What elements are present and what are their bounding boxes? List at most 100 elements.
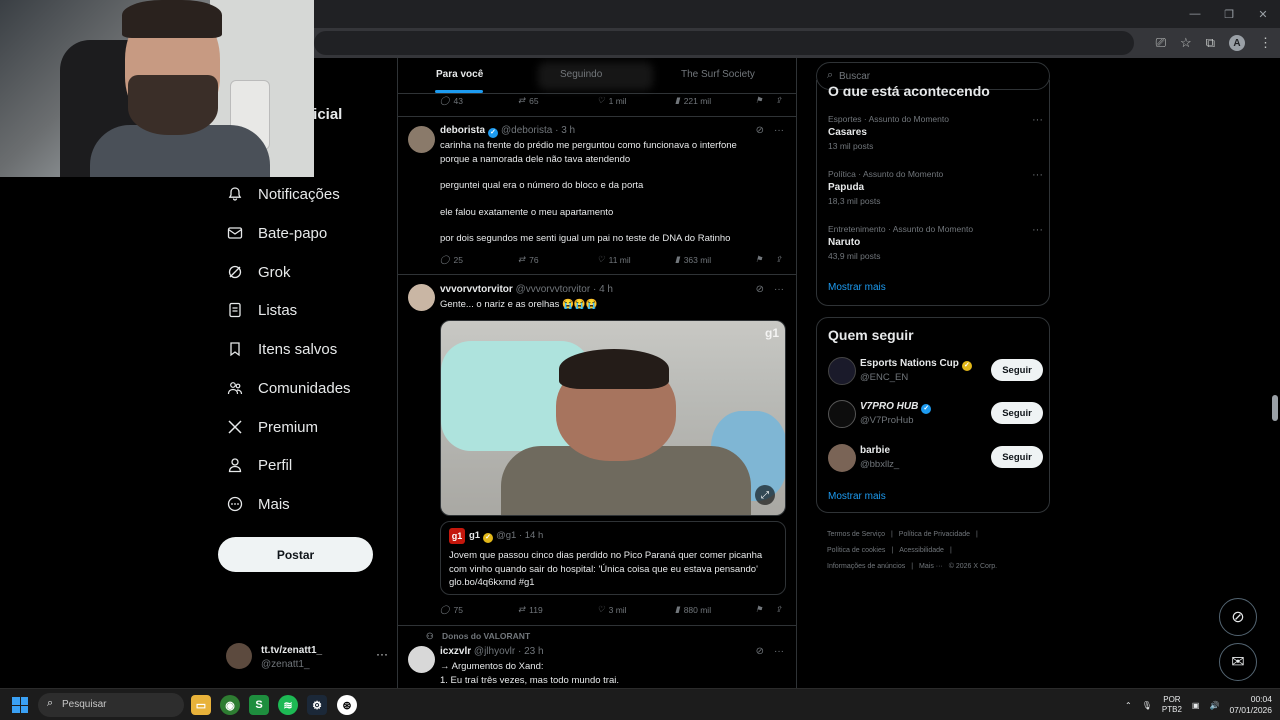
- footer-link[interactable]: Política de Privacidade: [899, 531, 970, 538]
- tab-for-you[interactable]: Para você: [436, 69, 483, 80]
- more-icon[interactable]: ···: [376, 647, 388, 661]
- follow-button[interactable]: Seguir: [991, 402, 1043, 424]
- nav-grok[interactable]: Grok: [226, 258, 291, 286]
- share-button[interactable]: ⇪: [775, 95, 782, 106]
- network-icon[interactable]: ▣: [1192, 701, 1200, 710]
- taskbar-search[interactable]: ⌕ Pesquisar: [38, 693, 184, 717]
- messages-fab[interactable]: ✉: [1219, 643, 1257, 681]
- nav-profile[interactable]: Perfil: [226, 451, 292, 479]
- scrollbar[interactable]: [1270, 58, 1280, 688]
- share-button[interactable]: ⇪: [775, 604, 782, 615]
- address-bar[interactable]: [314, 31, 1134, 55]
- sheets-icon[interactable]: S: [249, 695, 269, 715]
- spotify-icon[interactable]: ≋: [278, 695, 298, 715]
- share-button[interactable]: ⇪: [775, 254, 782, 265]
- browser-profile-avatar[interactable]: A: [1229, 35, 1245, 51]
- views-button[interactable]: ▮ 880 mil: [675, 604, 711, 615]
- nav-communities[interactable]: Comunidades: [226, 374, 351, 402]
- tweet-time[interactable]: · 4 h: [593, 284, 613, 295]
- expand-icon[interactable]: ⤢: [755, 485, 775, 505]
- bookmark-button[interactable]: ⚑: [755, 604, 763, 615]
- microphone-icon[interactable]: 🎙: [1142, 701, 1152, 710]
- nav-chat[interactable]: Bate-papo: [226, 219, 327, 247]
- like-button[interactable]: ♡ 3 mil: [597, 604, 627, 615]
- tweet-author-name[interactable]: icxzvlr: [440, 646, 471, 657]
- account-switcher[interactable]: tt.tv/zenatt1_ @zenatt1_ ···: [226, 643, 388, 673]
- follow-suggestion[interactable]: barbie @bbxllz_ Seguir: [828, 444, 1043, 474]
- follow-suggestion[interactable]: Esports Nations Cup ✓ @ENC_EN Seguir: [828, 357, 1043, 387]
- retweet-button[interactable]: ⇄ 119: [518, 604, 543, 615]
- nav-more[interactable]: Mais: [226, 490, 290, 518]
- more-icon[interactable]: ···: [774, 646, 784, 657]
- browser-menu-icon[interactable]: ⋮: [1259, 35, 1272, 51]
- grok-fab[interactable]: ⊘: [1219, 598, 1257, 636]
- show-more-link[interactable]: Mostrar mais: [828, 491, 886, 502]
- volume-icon[interactable]: 🔊: [1209, 701, 1219, 710]
- avatar[interactable]: [408, 284, 435, 311]
- views-button[interactable]: ▮ 363 mil: [675, 254, 711, 265]
- views-button[interactable]: ▮ 221 mil: [675, 95, 711, 106]
- tweet-author-handle[interactable]: @deborista: [501, 125, 552, 136]
- tweet-author-name[interactable]: vvvorvvtorvitor: [440, 284, 513, 295]
- grok-icon[interactable]: ⊘: [756, 646, 764, 657]
- like-button[interactable]: ♡ 11 mil: [597, 254, 631, 265]
- retweet-button[interactable]: ⇄ 76: [518, 254, 539, 265]
- chrome-icon[interactable]: ◉: [220, 695, 240, 715]
- follow-button[interactable]: Seguir: [991, 446, 1043, 468]
- footer-link[interactable]: Mais ···: [919, 563, 943, 570]
- more-icon[interactable]: ···: [1032, 114, 1043, 126]
- bookmark-button[interactable]: ⚑: [755, 254, 763, 265]
- scrollbar-thumb[interactable]: [1272, 395, 1278, 421]
- tweet-author-name[interactable]: deborista: [440, 125, 485, 136]
- post-button[interactable]: Postar: [218, 537, 373, 572]
- more-icon[interactable]: ···: [774, 125, 784, 136]
- trend-item[interactable]: Entretenimento · Assunto do Momento Naru…: [828, 224, 1043, 261]
- file-explorer-icon[interactable]: ▭: [191, 695, 211, 715]
- cast-icon[interactable]: ⎚: [1156, 35, 1166, 51]
- tweet-time[interactable]: · 3 h: [555, 125, 575, 136]
- nav-lists[interactable]: Listas: [226, 296, 297, 324]
- bookmark-button[interactable]: ⚑: [755, 95, 763, 106]
- nav-bookmarks[interactable]: Itens salvos: [226, 335, 337, 363]
- trend-item[interactable]: Política · Assunto do Momento Papuda 18,…: [828, 169, 1043, 206]
- show-more-link[interactable]: Mostrar mais: [828, 282, 886, 293]
- more-icon[interactable]: ···: [774, 284, 784, 295]
- tweet-author-handle[interactable]: @vvvorvvtorvitor: [516, 284, 591, 295]
- chevron-up-icon[interactable]: ⌃: [1125, 701, 1132, 710]
- more-icon[interactable]: ···: [1032, 224, 1043, 236]
- reply-button[interactable]: ◯ 43: [440, 95, 463, 106]
- community-label[interactable]: ⚇ Donos do VALORANT: [426, 631, 530, 642]
- star-icon[interactable]: ☆: [1180, 35, 1192, 51]
- steam-icon[interactable]: ⚙: [307, 695, 327, 715]
- restore-icon[interactable]: ❐: [1212, 0, 1246, 28]
- windows-start-icon[interactable]: [12, 697, 28, 713]
- retweet-button[interactable]: ⇄ 65: [518, 95, 539, 106]
- follow-button[interactable]: Seguir: [991, 359, 1043, 381]
- clock[interactable]: 00:04 07/01/2026: [1229, 694, 1272, 716]
- quoted-tweet[interactable]: g1 g1 ✓ @g1 · 14 h Jovem que passou cinco …: [440, 521, 786, 595]
- avatar[interactable]: [408, 126, 435, 153]
- reply-button[interactable]: ◯ 75: [440, 604, 463, 615]
- grok-icon[interactable]: ⊘: [756, 284, 764, 295]
- minimize-icon[interactable]: —: [1178, 0, 1212, 28]
- nav-notifications[interactable]: Notificações: [226, 180, 340, 208]
- nav-premium[interactable]: Premium: [226, 413, 318, 441]
- footer-link[interactable]: Política de cookies: [827, 547, 885, 554]
- footer-link[interactable]: Termos de Serviço: [827, 531, 885, 538]
- footer-link[interactable]: Informações de anúncios: [827, 563, 905, 570]
- grok-icon[interactable]: ⊘: [756, 125, 764, 136]
- like-button[interactable]: ♡ 1 mil: [597, 95, 627, 106]
- trend-item[interactable]: Esportes · Assunto do Momento Casares 13…: [828, 114, 1043, 151]
- reply-button[interactable]: ◯ 25: [440, 254, 463, 265]
- more-icon[interactable]: ···: [1032, 169, 1043, 181]
- avatar[interactable]: [408, 646, 435, 673]
- follow-suggestion[interactable]: V7PRO HUB ✓ @V7ProHub Seguir: [828, 400, 1043, 430]
- footer-link[interactable]: Acessibilidade: [899, 547, 944, 554]
- close-icon[interactable]: ✕: [1246, 0, 1280, 28]
- overwatch-icon[interactable]: ⊛: [337, 695, 357, 715]
- extensions-icon[interactable]: ⧉: [1206, 35, 1215, 51]
- tweet-time[interactable]: · 23 h: [518, 646, 544, 657]
- tweet-video[interactable]: g1 ⤢: [440, 320, 786, 516]
- tweet-author-handle[interactable]: @jlhyovlr: [474, 646, 515, 657]
- language-indicator[interactable]: POR PTB2: [1162, 695, 1182, 715]
